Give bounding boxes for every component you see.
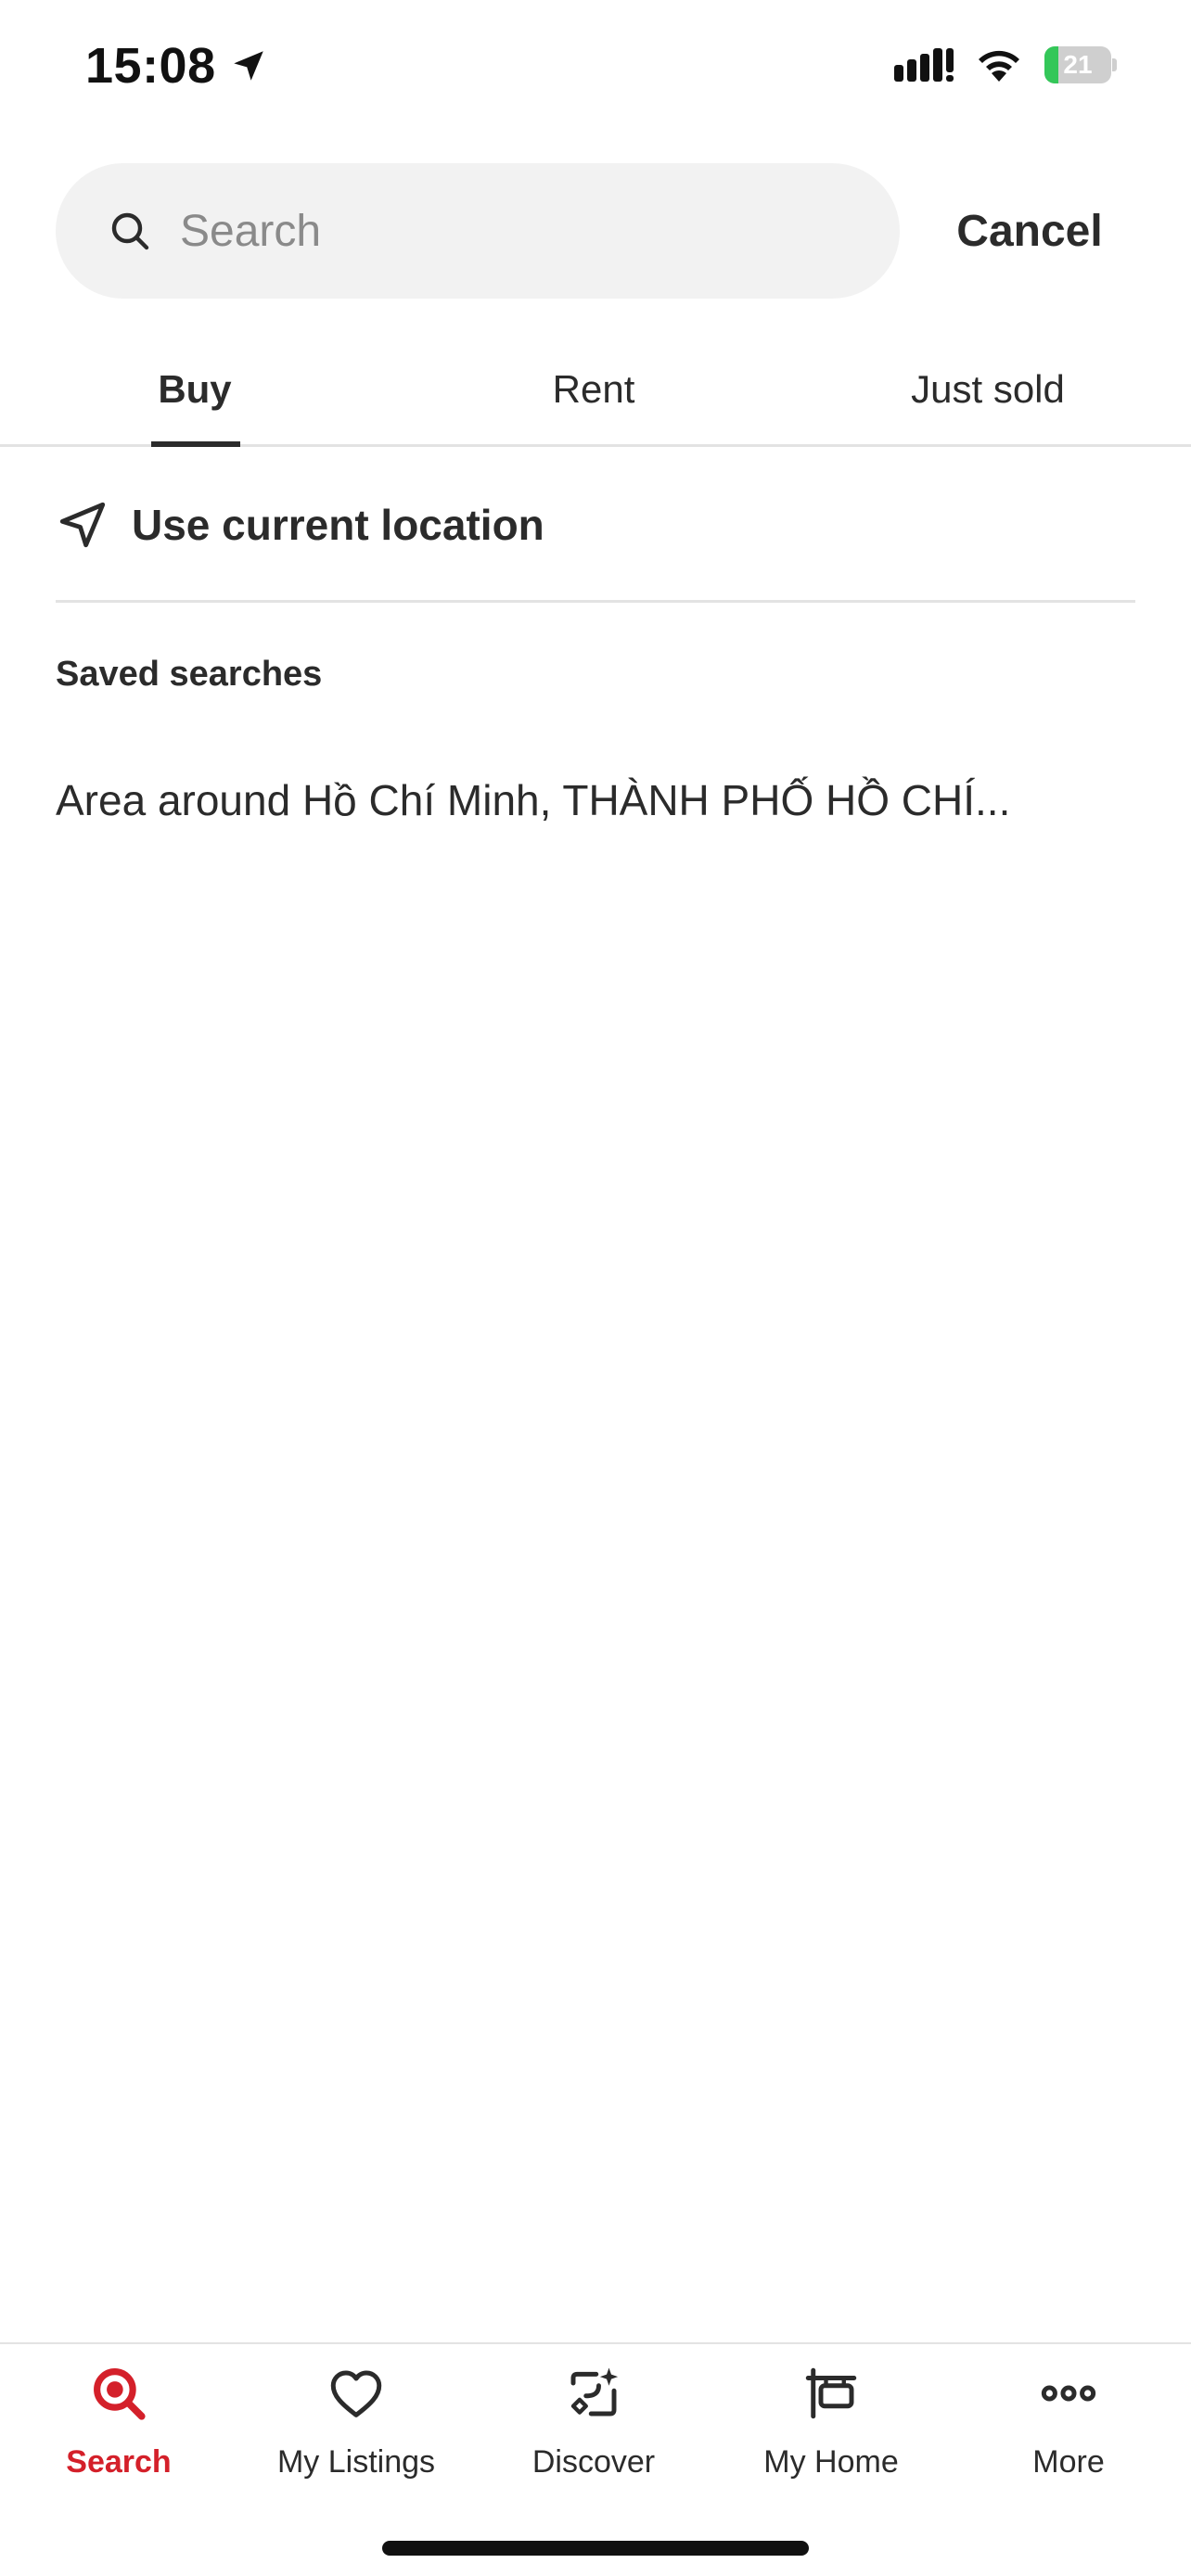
use-current-location-label: Use current location (132, 500, 544, 549)
status-time: 15:08 (85, 37, 268, 95)
search-icon (94, 2368, 146, 2420)
cancel-button[interactable]: Cancel (928, 195, 1132, 269)
tabbar-label: My Listings (276, 2444, 436, 2480)
tab-just-sold[interactable]: Just sold (872, 352, 1104, 427)
search-input[interactable] (180, 205, 885, 257)
battery-icon: 21 (1044, 46, 1117, 83)
use-current-location-button[interactable]: Use current location (56, 449, 1135, 603)
status-icons: 21 (894, 46, 1117, 83)
listing-type-tabs: Buy Rent Just sold (0, 334, 1191, 447)
battery-level: 21 (1063, 50, 1093, 79)
tabbar-search[interactable]: Search (0, 2363, 237, 2511)
tabbar-label: Discover (531, 2444, 656, 2480)
signal-icon (894, 48, 954, 82)
tab-buy[interactable]: Buy (130, 352, 260, 427)
tabbar-my-home[interactable]: My Home (712, 2363, 950, 2511)
saved-searches-heading: Saved searches (56, 655, 323, 694)
active-tab-indicator (151, 441, 240, 447)
saved-search-item[interactable]: Area around Hồ Chí Minh, THÀNH PHỐ HỒ CH… (56, 775, 1135, 825)
tabbar-discover[interactable]: Discover (475, 2363, 712, 2511)
tabbar-label: My Home (763, 2444, 899, 2480)
search-icon (111, 212, 149, 250)
more-dots-icon (1041, 2385, 1096, 2402)
home-indicator (382, 2541, 809, 2556)
location-arrow-icon (233, 51, 263, 81)
navigation-arrow-icon (59, 502, 106, 547)
wifi-icon (979, 50, 1019, 82)
house-sign-icon (805, 2367, 857, 2419)
tabbar-more[interactable]: More (950, 2363, 1187, 2511)
tab-rent[interactable]: Rent (501, 352, 686, 427)
heart-icon (330, 2370, 382, 2417)
tabbar-label: More (1032, 2444, 1105, 2480)
search-box[interactable] (56, 163, 900, 299)
tabbar-label: Search (66, 2444, 172, 2480)
status-bar: 15:08 21 (0, 0, 1191, 139)
tabbar-my-listings[interactable]: My Listings (237, 2363, 475, 2511)
clock-text: 15:08 (85, 38, 216, 94)
discover-icon (570, 2367, 619, 2417)
